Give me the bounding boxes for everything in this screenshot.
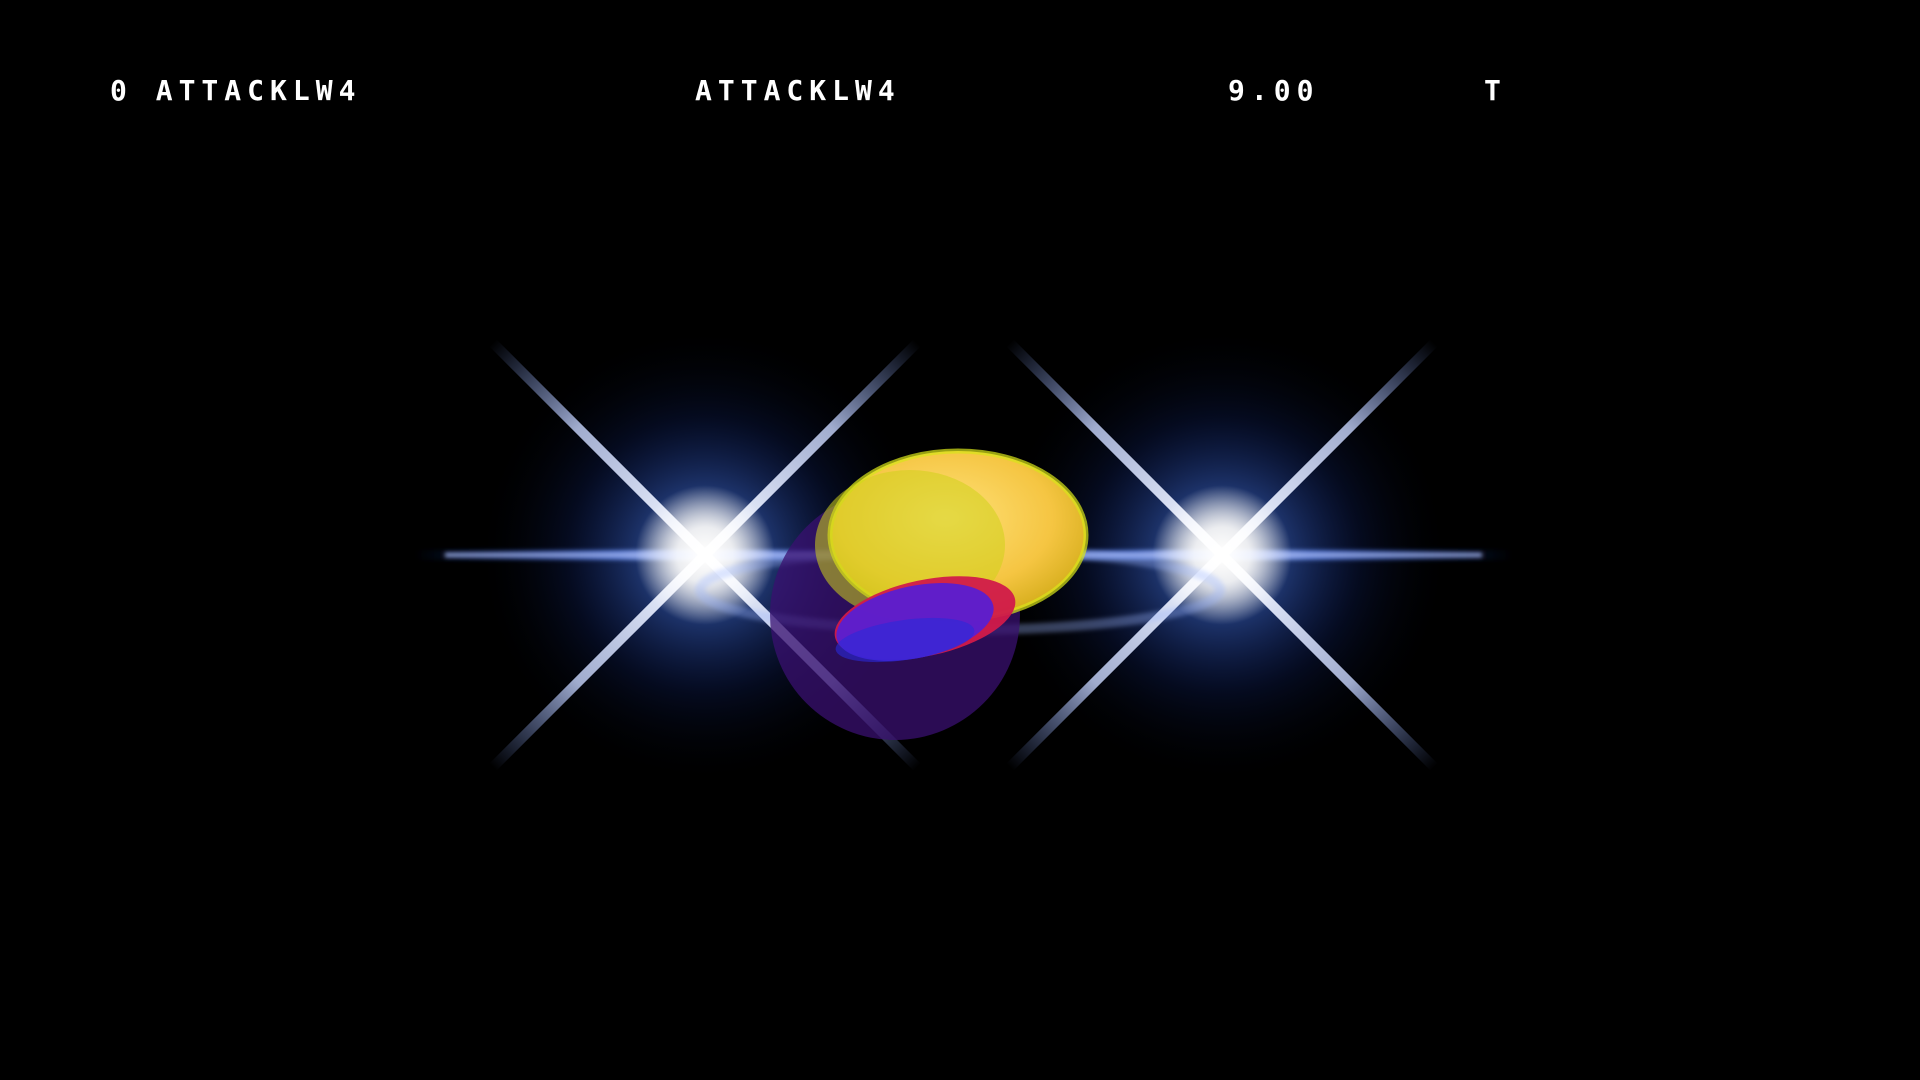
scene-render	[415, 325, 1512, 785]
game-viewport: 0 ATTACKLW4 ATTACKLW4 9.00 T	[0, 0, 1920, 1080]
